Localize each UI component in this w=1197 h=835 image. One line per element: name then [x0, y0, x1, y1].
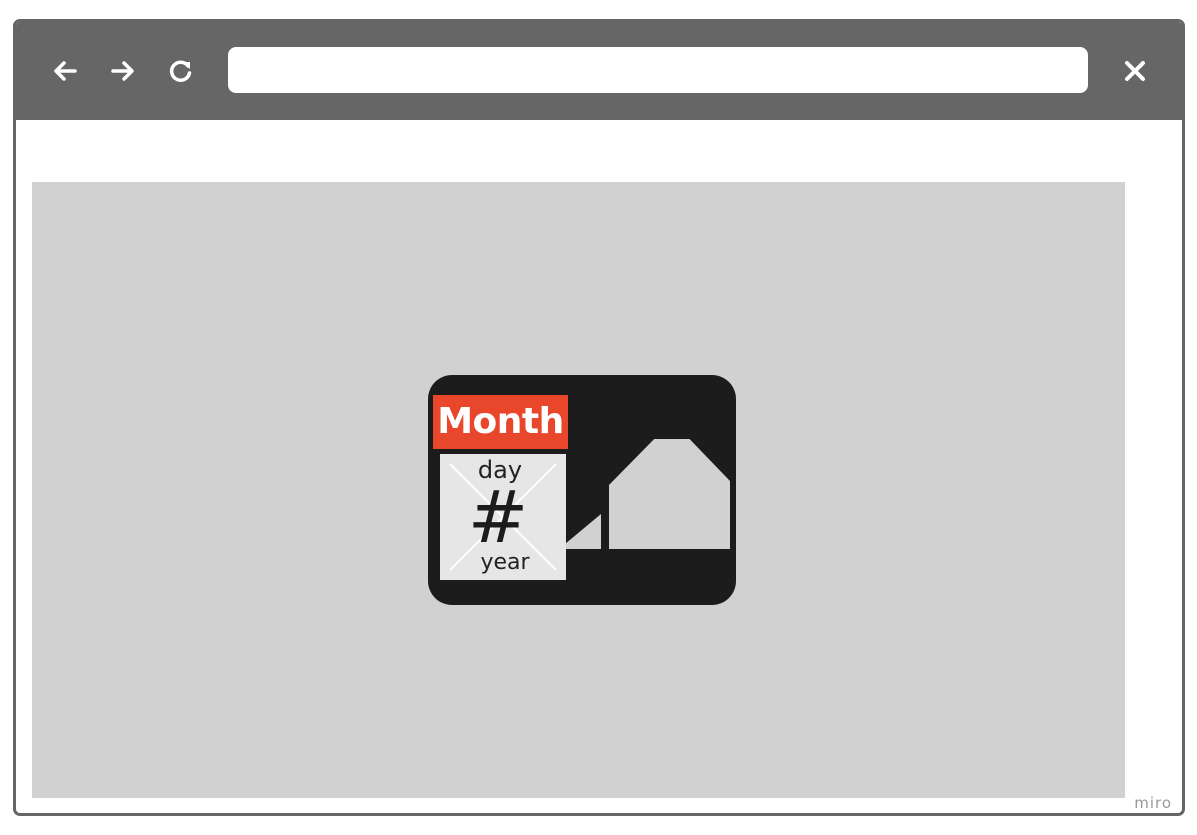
close-icon	[1125, 61, 1145, 81]
browser-toolbar	[16, 22, 1182, 120]
miro-watermark: miro	[1134, 794, 1172, 812]
year-label: year	[480, 550, 530, 575]
reload-button[interactable]	[164, 54, 198, 88]
month-header: Month	[433, 395, 568, 449]
arrow-left-icon	[54, 61, 77, 81]
arrow-right-icon	[111, 61, 134, 81]
back-button[interactable]	[48, 54, 82, 88]
calendar-card: day # year Month	[428, 375, 736, 605]
forward-button[interactable]	[106, 54, 140, 88]
browser-window: day # year Month miro	[13, 19, 1185, 816]
date-box: day # year	[440, 454, 566, 580]
house-icon	[565, 439, 730, 549]
page-viewport: day # year Month	[32, 182, 1125, 798]
close-button[interactable]	[1118, 54, 1152, 88]
address-bar[interactable]	[228, 47, 1088, 93]
reload-icon	[169, 60, 192, 82]
date-number-placeholder: #	[467, 475, 529, 559]
